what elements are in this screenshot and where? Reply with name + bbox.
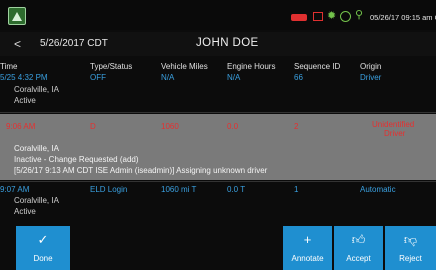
table-row[interactable]: 5/25 4:32 PM OFF N/A N/A 66 Driver Coral… <box>0 72 436 112</box>
header-engine-hours: Engine Hours <box>227 62 276 71</box>
annotate-button[interactable]: + Annotate <box>283 226 332 270</box>
status-bar: ✹ ⚲ 05/26/17 09:15 am CDT <box>0 0 436 30</box>
row-divider <box>0 181 436 182</box>
cell-time: 9:06 AM <box>6 122 36 131</box>
cell-status: Active <box>14 96 36 105</box>
cell-location: Coralville, IA <box>14 85 59 94</box>
action-bar: ✓ Done + Annotate 👍︎ Accept 👎︎ Reject <box>0 226 436 270</box>
connection-icon: ⚲ <box>355 9 364 21</box>
driver-name: JOHN DOE <box>196 37 259 49</box>
cell-miles: 1060 <box>161 122 179 131</box>
status-clock: 05/26/17 09:15 am CDT <box>370 13 436 22</box>
cell-sequence: 2 <box>294 122 299 131</box>
reject-label: Reject <box>399 254 422 263</box>
done-label: Done <box>33 254 53 263</box>
message-icon <box>313 12 323 21</box>
cell-sequence: 1 <box>294 185 299 194</box>
reject-button[interactable]: 👎︎ Reject <box>385 226 436 270</box>
thumbs-down-icon: 👎︎ <box>403 232 418 247</box>
cell-hours: 0.0 T <box>227 185 246 194</box>
table-row-selected[interactable]: 9:06 AM D 1060 0.0 2 Unidentified Driver… <box>0 114 436 180</box>
thumbs-up-icon: 👍︎ <box>351 232 366 247</box>
battery-icon <box>291 14 307 21</box>
header-sequence-id: Sequence ID <box>294 62 341 71</box>
cell-sequence: 66 <box>294 73 303 82</box>
cell-status: Inactive - Change Requested (add) <box>14 155 139 164</box>
cell-hours: 0.0 <box>227 122 239 131</box>
cell-miles: N/A <box>161 73 175 82</box>
cell-status: Active <box>14 207 36 216</box>
accept-label: Accept <box>346 254 371 263</box>
check-icon: ✓ <box>37 232 49 247</box>
annotate-label: Annotate <box>291 254 324 263</box>
table-row[interactable]: 9:07 AM ELD Login 1060 mi T 0.0 T 1 Auto… <box>0 184 436 224</box>
cell-origin-2: Driver <box>384 129 406 138</box>
back-icon[interactable]: < <box>14 37 21 51</box>
header-origin: Origin <box>360 62 382 71</box>
cell-origin: Automatic <box>360 185 396 194</box>
gps-icon <box>340 11 351 22</box>
header-vehicle-miles: Vehicle Miles <box>161 62 208 71</box>
accept-button[interactable]: 👍︎ Accept <box>334 226 383 270</box>
title-bar: < 5/26/2017 CDT JOHN DOE <box>0 32 436 56</box>
cell-note: [5/26/17 9:13 AM CDT ISE Admin (iseadmin… <box>14 166 268 175</box>
header-type-status: Type/Status <box>90 62 133 71</box>
log-date: 5/26/2017 CDT <box>40 38 108 49</box>
cell-location: Coralville, IA <box>14 144 59 153</box>
cell-location: Coralville, IA <box>14 196 59 205</box>
cell-miles: 1060 mi T <box>161 185 197 194</box>
cell-type: ELD Login <box>90 185 128 194</box>
done-button[interactable]: ✓ Done <box>16 226 70 270</box>
header-time: Time <box>0 62 18 71</box>
cell-origin: Driver <box>360 73 382 82</box>
plus-icon: + <box>303 232 312 247</box>
gear-icon: ✹ <box>327 10 337 22</box>
cell-hours: N/A <box>227 73 241 82</box>
cell-type: OFF <box>90 73 106 82</box>
cell-time: 9:07 AM <box>0 185 30 194</box>
app-menu-icon[interactable] <box>8 7 26 25</box>
cell-time: 5/25 4:32 PM <box>0 73 48 82</box>
cell-type: D <box>90 122 96 131</box>
row-divider <box>0 112 436 113</box>
